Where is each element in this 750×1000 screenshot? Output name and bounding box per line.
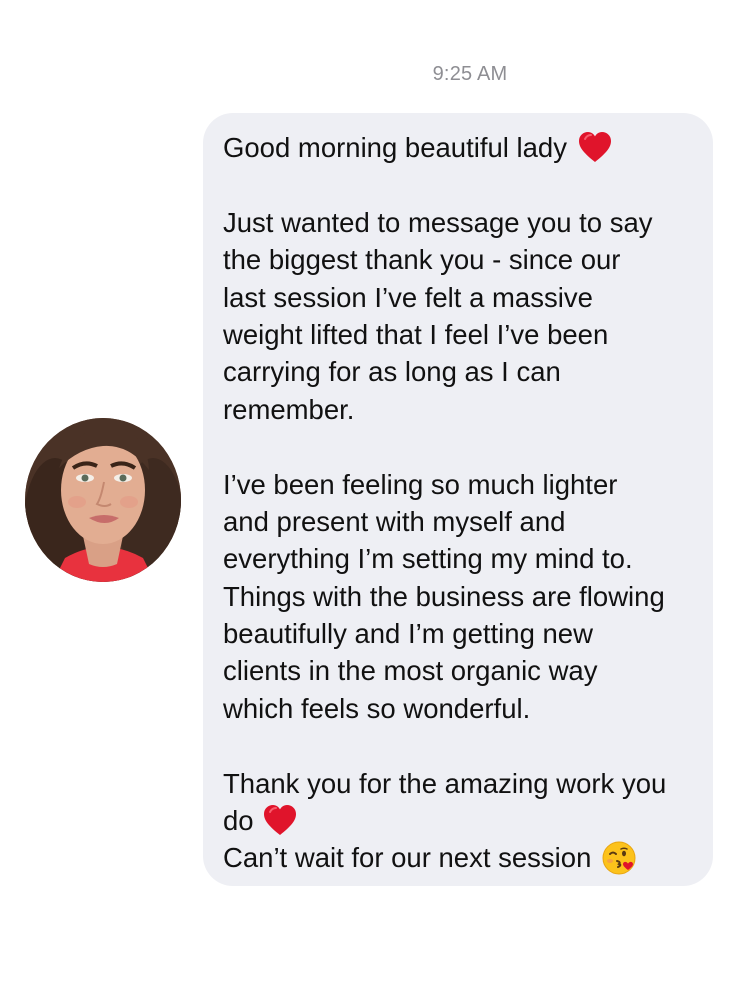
red-heart-icon xyxy=(577,130,613,166)
message-line: Things with the business are flowing xyxy=(223,580,665,612)
message-line: Just wanted to message you to say xyxy=(223,206,653,238)
message-line: I’ve been feeling so much lighter xyxy=(223,468,618,500)
message-line-text: do xyxy=(223,805,254,837)
message-bubble[interactable]: Good morning beautiful lady Just wanted … xyxy=(203,113,713,886)
red-heart-icon xyxy=(262,803,298,839)
message-line: carrying for as long as I can xyxy=(223,356,561,388)
message-line: clients in the most organic way xyxy=(223,655,598,687)
message-line-do: do xyxy=(223,802,695,839)
message-line: remember. xyxy=(223,393,355,425)
message-line: the biggest thank you - since our xyxy=(223,244,621,276)
message-line-1: Good morning beautiful lady xyxy=(223,129,695,166)
message-line-last: Can’t wait for our next session xyxy=(223,839,695,876)
message-line: beautifully and I’m getting new xyxy=(223,618,593,650)
message-line-text: Good morning beautiful lady xyxy=(223,132,567,163)
message-line: last session I’ve felt a massive xyxy=(223,281,593,313)
message-line: weight lifted that I feel I’ve been xyxy=(223,318,609,350)
kissing-face-icon xyxy=(601,840,637,876)
message-line: and present with myself and xyxy=(223,505,566,537)
message-timestamp: 9:25 AM xyxy=(432,63,508,85)
message-line: Thank you for the amazing work you xyxy=(223,767,667,799)
contact-avatar[interactable] xyxy=(25,418,181,582)
message-line: everything I’m setting my mind to. xyxy=(223,543,633,575)
message-line: which feels so wonderful. xyxy=(223,692,531,724)
message-line-text: Can’t wait for our next session xyxy=(223,842,592,874)
